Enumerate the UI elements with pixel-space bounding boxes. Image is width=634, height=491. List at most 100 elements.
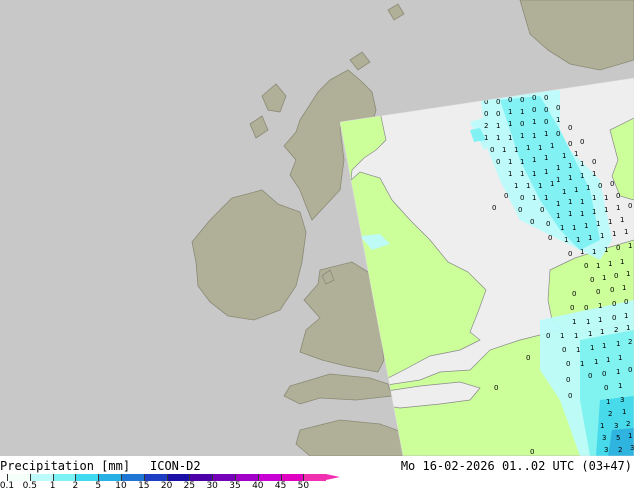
svg-text:1: 1 xyxy=(556,116,560,124)
svg-text:1: 1 xyxy=(568,210,572,218)
svg-text:1: 1 xyxy=(628,432,632,440)
svg-text:0: 0 xyxy=(496,110,500,118)
svg-text:3: 3 xyxy=(602,434,606,442)
svg-text:1: 1 xyxy=(508,134,512,142)
svg-text:1: 1 xyxy=(618,354,622,362)
svg-text:1: 1 xyxy=(574,186,578,194)
svg-text:0: 0 xyxy=(624,298,628,306)
svg-text:2: 2 xyxy=(628,338,632,346)
svg-text:1: 1 xyxy=(574,332,578,340)
svg-text:1: 1 xyxy=(526,144,530,152)
legend-swatch xyxy=(7,474,30,481)
svg-text:1: 1 xyxy=(556,200,560,208)
svg-text:1: 1 xyxy=(508,108,512,116)
svg-text:0: 0 xyxy=(540,206,544,214)
svg-text:1: 1 xyxy=(520,132,524,140)
svg-text:1: 1 xyxy=(532,156,536,164)
svg-text:0: 0 xyxy=(612,314,616,322)
svg-text:1: 1 xyxy=(576,346,580,354)
svg-text:1: 1 xyxy=(596,220,600,228)
svg-text:1: 1 xyxy=(588,234,592,242)
svg-text:0: 0 xyxy=(568,250,572,258)
svg-text:0: 0 xyxy=(614,272,618,280)
svg-text:1: 1 xyxy=(598,316,602,324)
svg-text:1: 1 xyxy=(626,324,630,332)
legend-swatch xyxy=(280,474,304,481)
svg-text:0: 0 xyxy=(610,286,614,294)
svg-text:1: 1 xyxy=(520,108,524,116)
svg-text:1: 1 xyxy=(576,236,580,244)
svg-text:0: 0 xyxy=(596,288,600,296)
svg-text:0: 0 xyxy=(520,194,524,202)
svg-text:1: 1 xyxy=(624,312,628,320)
legend-arrow xyxy=(326,474,341,480)
svg-text:1: 1 xyxy=(616,204,620,212)
svg-text:0: 0 xyxy=(530,218,534,226)
svg-text:1: 1 xyxy=(550,142,554,150)
svg-text:0: 0 xyxy=(568,124,572,132)
svg-text:1: 1 xyxy=(520,158,524,166)
svg-text:1: 1 xyxy=(620,258,624,266)
svg-text:3: 3 xyxy=(604,446,608,454)
svg-text:0: 0 xyxy=(580,138,584,146)
svg-text:1: 1 xyxy=(604,194,608,202)
svg-text:1: 1 xyxy=(514,146,518,154)
svg-text:1: 1 xyxy=(568,174,572,182)
svg-text:0: 0 xyxy=(562,346,566,354)
svg-text:0: 0 xyxy=(518,206,522,214)
svg-text:1: 1 xyxy=(532,132,536,140)
svg-text:1: 1 xyxy=(532,118,536,126)
svg-text:1: 1 xyxy=(580,360,584,368)
svg-text:0: 0 xyxy=(628,366,632,374)
legend-swatch xyxy=(29,474,53,481)
svg-text:2: 2 xyxy=(484,122,488,130)
svg-text:3: 3 xyxy=(620,396,624,404)
legend-swatch xyxy=(98,474,121,481)
svg-text:0: 0 xyxy=(508,96,512,104)
svg-text:0: 0 xyxy=(496,98,500,106)
svg-text:0: 0 xyxy=(568,140,572,148)
svg-text:1: 1 xyxy=(588,330,592,338)
svg-text:0: 0 xyxy=(616,244,620,252)
svg-text:1: 1 xyxy=(502,146,506,154)
svg-text:2: 2 xyxy=(618,446,622,454)
svg-text:1: 1 xyxy=(568,162,572,170)
svg-text:1: 1 xyxy=(608,218,612,226)
svg-text:1: 1 xyxy=(580,198,584,206)
svg-text:1: 1 xyxy=(628,242,632,250)
svg-text:1: 1 xyxy=(584,222,588,230)
svg-text:1: 1 xyxy=(526,182,530,190)
svg-text:1: 1 xyxy=(586,318,590,326)
svg-text:2: 2 xyxy=(626,420,630,428)
svg-text:1: 1 xyxy=(544,168,548,176)
svg-text:0: 0 xyxy=(532,106,536,114)
svg-text:0: 0 xyxy=(496,158,500,166)
svg-text:1: 1 xyxy=(532,194,536,202)
legend-swatch xyxy=(212,474,235,481)
svg-text:1: 1 xyxy=(620,216,624,224)
svg-text:0: 0 xyxy=(484,110,488,118)
legend-swatch xyxy=(257,474,281,481)
valid-time: Mo 16-02-2026 01..02 UTC (03+47) xyxy=(400,459,632,473)
svg-text:1: 1 xyxy=(532,170,536,178)
svg-text:0: 0 xyxy=(604,384,608,392)
svg-text:1: 1 xyxy=(592,248,596,256)
svg-text:0: 0 xyxy=(544,118,548,126)
precipitation-map: 000000 0011000 21101010 111111000 011111… xyxy=(0,0,634,457)
svg-text:1: 1 xyxy=(508,120,512,128)
svg-text:1: 1 xyxy=(580,210,584,218)
legend-swatch xyxy=(143,474,167,481)
svg-text:1: 1 xyxy=(622,284,626,292)
svg-text:1: 1 xyxy=(608,260,612,268)
svg-text:0: 0 xyxy=(584,262,588,270)
svg-text:1: 1 xyxy=(538,144,542,152)
svg-text:0: 0 xyxy=(546,332,550,340)
svg-text:1: 1 xyxy=(556,176,560,184)
svg-text:1: 1 xyxy=(600,422,604,430)
svg-text:1: 1 xyxy=(572,224,576,232)
legend-swatch xyxy=(52,474,76,481)
model-name: ICON-D2 xyxy=(150,459,201,473)
legend-swatch xyxy=(166,474,190,481)
svg-text:1: 1 xyxy=(626,270,630,278)
svg-text:0: 0 xyxy=(526,354,530,362)
